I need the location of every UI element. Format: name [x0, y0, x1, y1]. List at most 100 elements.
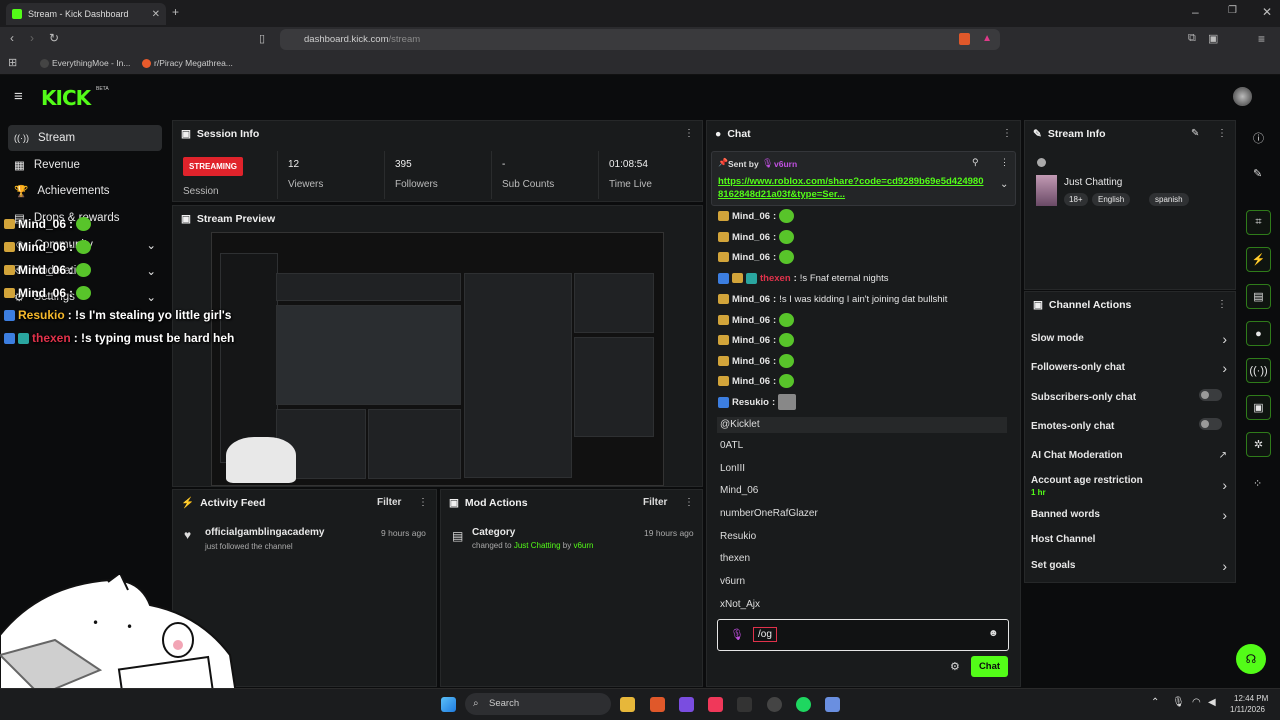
- broadcast-button[interactable]: ((·)): [1246, 358, 1271, 383]
- host-channel-row[interactable]: Host Channel: [1031, 534, 1227, 545]
- taskbar-search[interactable]: ⌕ Search: [465, 693, 611, 715]
- stream-category[interactable]: Just Chatting: [1064, 177, 1122, 188]
- mod-action-detail: changed to Just Chatting by v6urn: [472, 541, 594, 550]
- layout-button[interactable]: ▣: [1246, 395, 1271, 420]
- chat-message: Mind_06:: [718, 331, 797, 349]
- windows-start-icon[interactable]: [441, 697, 456, 712]
- tray-chevron-icon[interactable]: ⌃: [1151, 697, 1159, 708]
- pinned-kebab-icon[interactable]: ⋮: [1000, 157, 1009, 168]
- music-icon[interactable]: [708, 697, 723, 712]
- pinned-sender[interactable]: v6urn: [774, 159, 797, 169]
- obs-icon[interactable]: [767, 697, 782, 712]
- info-icon[interactable]: ⓘ: [1253, 130, 1264, 146]
- hamburger-menu-icon[interactable]: ≡: [14, 88, 23, 105]
- activity-kebab-icon[interactable]: ⋮: [418, 497, 428, 508]
- kick-logo[interactable]: KICK: [41, 86, 91, 110]
- apps-grid-icon[interactable]: ⊞: [8, 56, 17, 69]
- stream-info-kebab-icon[interactable]: ⋮: [1217, 128, 1227, 139]
- sidebar-item-stream[interactable]: ((·)) Stream: [8, 125, 162, 151]
- suggestion-item[interactable]: 0ATL: [720, 440, 743, 451]
- bookmark-favicon-icon: [40, 59, 49, 69]
- url-input[interactable]: dashboard.kick.com/stream ▲: [280, 29, 1000, 50]
- clipboard-button[interactable]: ▤: [1246, 284, 1271, 309]
- terminal-icon[interactable]: [737, 697, 752, 712]
- reload-icon[interactable]: ↻: [49, 31, 59, 45]
- wallet-icon[interactable]: ▣: [1208, 32, 1218, 45]
- app-purple-icon[interactable]: [679, 697, 694, 712]
- channel-actions-kebab-icon[interactable]: ⋮: [1217, 299, 1227, 310]
- file-explorer-icon[interactable]: [620, 697, 635, 712]
- ai-moderation-row[interactable]: AI Chat Moderation ↗: [1031, 450, 1227, 461]
- suggestion-item[interactable]: thexen: [720, 553, 750, 564]
- taskbar-date[interactable]: 1/11/2026: [1230, 705, 1265, 714]
- subscribers-only-row[interactable]: Subscribers-only chat: [1031, 389, 1227, 403]
- chat-button[interactable]: ●: [1246, 321, 1271, 346]
- unpin-icon[interactable]: ⚲: [972, 157, 979, 168]
- screenshot-button[interactable]: ⌗: [1246, 210, 1271, 235]
- pencil-icon[interactable]: ✎: [1253, 167, 1262, 180]
- spotify-icon[interactable]: [796, 697, 811, 712]
- lightning-icon: ⚡: [1251, 254, 1266, 266]
- flash-button[interactable]: ⚡: [1246, 247, 1271, 272]
- brave-shield-icon[interactable]: [959, 33, 970, 45]
- forward-icon[interactable]: ›: [30, 31, 34, 45]
- menu-icon[interactable]: ≡: [1258, 32, 1265, 46]
- suggestion-item[interactable]: Resukio: [720, 531, 756, 542]
- bolt-icon: ⚡: [181, 497, 195, 509]
- emotes-only-row[interactable]: Emotes-only chat: [1031, 418, 1227, 432]
- suggestion-item[interactable]: xNot_Ajx: [720, 599, 760, 610]
- mod-action-user[interactable]: v6urn: [573, 541, 593, 550]
- stream-preview-video[interactable]: [211, 232, 664, 486]
- chevron-down-icon[interactable]: ⌄: [1000, 179, 1008, 190]
- edit-icon[interactable]: ✎: [1191, 128, 1199, 139]
- chat-icon: ●: [1255, 327, 1262, 340]
- close-tab-icon[interactable]: ✕: [152, 9, 160, 20]
- chat-input-box[interactable]: 🎙 /og ☻: [717, 619, 1009, 651]
- rewards-icon[interactable]: ▲: [982, 33, 992, 44]
- chat-kebab-icon[interactable]: ⋮: [1002, 128, 1012, 139]
- sidebar-item-achievements[interactable]: 🏆 Achievements: [8, 178, 162, 204]
- close-window-icon[interactable]: ✕: [1262, 5, 1272, 19]
- extensions-dots-icon[interactable]: ⁘: [1253, 477, 1262, 490]
- taskbar-time[interactable]: 12:44 PM: [1234, 694, 1268, 703]
- set-goals-row[interactable]: Set goals ›: [1031, 558, 1227, 574]
- support-button[interactable]: ☊: [1236, 644, 1266, 674]
- brave-icon[interactable]: [650, 697, 665, 712]
- suggestion-item[interactable]: Mind_06: [720, 485, 758, 496]
- volume-icon[interactable]: ◀: [1208, 697, 1216, 708]
- pinned-link[interactable]: https://www.roblox.com/share?code=cd9289…: [718, 175, 988, 201]
- emoji-icon[interactable]: ☻: [988, 628, 999, 639]
- suggestion-item[interactable]: v6urn: [720, 576, 745, 587]
- chat-settings-icon[interactable]: ⚙: [950, 660, 960, 673]
- reddit-icon: [142, 59, 151, 69]
- mic-tray-icon[interactable]: 🎙: [1172, 697, 1185, 708]
- activity-user[interactable]: officialgamblingacademy: [205, 527, 324, 538]
- suggestion-item[interactable]: @Kicklet: [717, 417, 1007, 433]
- slow-mode-row[interactable]: Slow mode ›: [1031, 331, 1227, 347]
- back-icon[interactable]: ‹: [10, 31, 14, 45]
- bookmark-piracy[interactable]: r/Piracy Megathrea...: [142, 58, 233, 69]
- suggestion-item[interactable]: LonIII: [720, 463, 745, 474]
- minimize-icon[interactable]: –: [1192, 5, 1199, 19]
- wifi-icon[interactable]: ◠: [1192, 697, 1201, 708]
- maximize-icon[interactable]: ❐: [1228, 5, 1237, 16]
- account-age-row[interactable]: Account age restriction 1 hr ›: [1031, 475, 1227, 497]
- mod-kebab-icon[interactable]: ⋮: [684, 497, 694, 508]
- app-blue-icon[interactable]: [825, 697, 840, 712]
- bookmark-everythingmoe[interactable]: EverythingMoe - In...: [40, 58, 130, 69]
- tools-button[interactable]: ✲: [1246, 432, 1271, 457]
- followers-only-row[interactable]: Followers-only chat ›: [1031, 360, 1227, 376]
- activity-filter-button[interactable]: Filter: [377, 497, 401, 508]
- sidebar-item-revenue[interactable]: ▦ Revenue: [8, 152, 162, 178]
- extensions-icon[interactable]: ⧉: [1188, 32, 1196, 45]
- send-chat-button[interactable]: Chat: [971, 656, 1008, 677]
- banned-words-row[interactable]: Banned words ›: [1031, 507, 1227, 523]
- avatar[interactable]: [1233, 87, 1252, 106]
- suggestion-item[interactable]: numberOneRafGlazer: [720, 508, 818, 519]
- browser-tab[interactable]: Stream - Kick Dashboard ✕: [6, 3, 166, 25]
- mod-filter-button[interactable]: Filter: [643, 497, 667, 508]
- bookmark-icon[interactable]: ▯: [259, 32, 265, 45]
- mod-action-category[interactable]: Just Chatting: [514, 541, 561, 550]
- new-tab-icon[interactable]: +: [172, 5, 179, 19]
- session-kebab-icon[interactable]: ⋮: [684, 128, 694, 139]
